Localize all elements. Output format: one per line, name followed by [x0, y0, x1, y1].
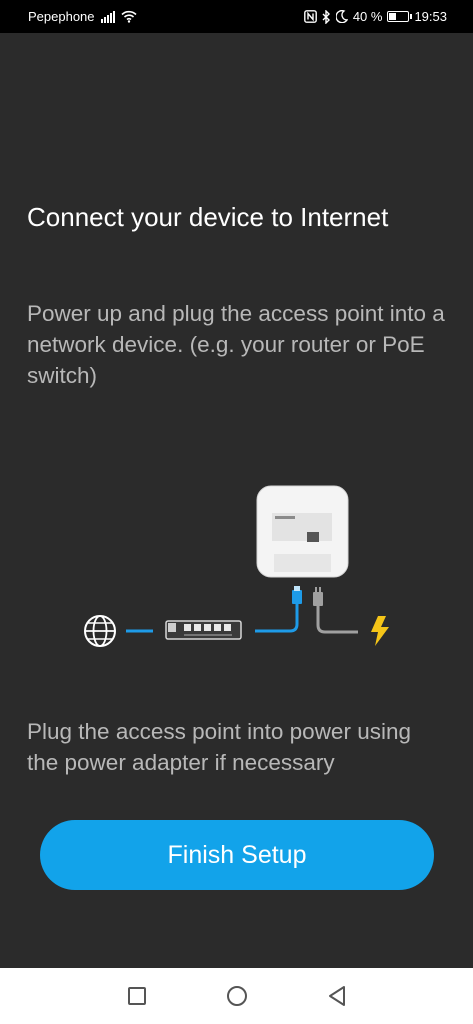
setup-description: Power up and plug the access point into …: [27, 301, 445, 388]
battery-fill: [389, 13, 397, 20]
bluetooth-icon: [322, 9, 330, 24]
recents-button[interactable]: [87, 968, 187, 1024]
access-point-icon: [256, 485, 349, 578]
ethernet-plug-icon: [292, 586, 302, 604]
square-icon: [127, 987, 146, 1005]
signal-icon: [100, 10, 115, 23]
battery-icon: [387, 11, 413, 22]
circle-icon: [226, 986, 247, 1006]
moon-icon: [335, 10, 348, 23]
back-button[interactable]: [287, 968, 387, 1024]
home-button[interactable]: [187, 968, 287, 1024]
status-right: 40 % 19:53: [303, 9, 447, 24]
wifi-icon: [120, 10, 137, 23]
carrier-label: Pepephone: [28, 9, 95, 24]
status-bar: Pepephone 40 % 19:53: [0, 0, 473, 33]
battery-percent: 40 %: [352, 9, 383, 24]
power-plug-icon: [313, 587, 323, 606]
network-switch-icon: [165, 620, 242, 640]
clock: 19:53: [414, 9, 447, 24]
connection-diagram: [84, 485, 389, 647]
nfc-icon: [303, 10, 317, 23]
nav-bar: [0, 968, 473, 1024]
finish-setup-button[interactable]: Finish Setup: [40, 820, 434, 890]
power-note: Plug the access point into power using t…: [27, 719, 411, 775]
globe-icon: [84, 615, 116, 647]
page-title: Connect your device to Internet: [27, 202, 389, 232]
triangle-back-icon: [328, 986, 345, 1006]
status-left: Pepephone: [28, 9, 137, 24]
lightning-icon: [371, 616, 389, 646]
